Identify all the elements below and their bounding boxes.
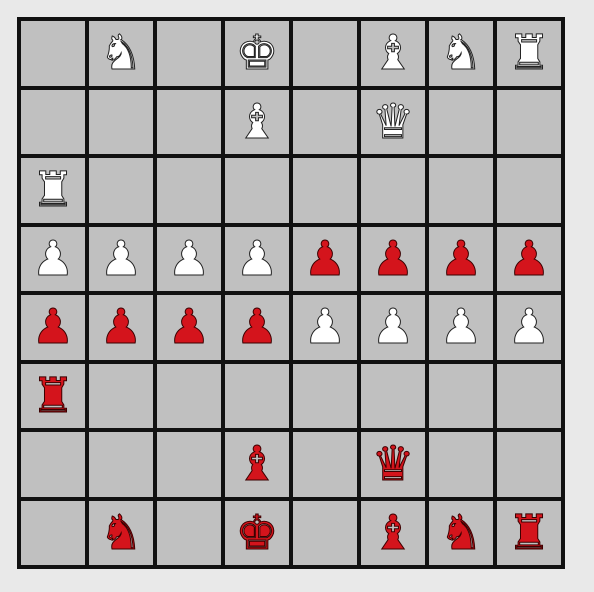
white-queen-icon[interactable]: ♛ xyxy=(371,97,415,146)
red-knight-icon[interactable]: ♞ xyxy=(99,508,143,557)
board-square-r5-c3[interactable] xyxy=(225,363,289,428)
board-square-r6-c3[interactable]: ♝ xyxy=(225,432,289,497)
board-square-r2-c2[interactable] xyxy=(157,158,221,223)
board-square-r5-c6[interactable] xyxy=(429,363,493,428)
white-knight-icon[interactable]: ♞ xyxy=(99,29,143,78)
board-square-r2-c7[interactable] xyxy=(497,158,561,223)
board-square-r5-c4[interactable] xyxy=(293,363,357,428)
board-square-r0-c6[interactable]: ♞ xyxy=(429,21,493,86)
board-square-r0-c7[interactable]: ♜ xyxy=(497,21,561,86)
board-square-r6-c5[interactable]: ♛ xyxy=(361,432,425,497)
board-square-r3-c3[interactable]: ♟ xyxy=(225,226,289,291)
board-square-r3-c2[interactable]: ♟ xyxy=(157,226,221,291)
red-pawn-icon[interactable]: ♟ xyxy=(31,303,75,352)
red-pawn-icon[interactable]: ♟ xyxy=(167,303,211,352)
board-square-r0-c2[interactable] xyxy=(157,21,221,86)
board-square-r7-c6[interactable]: ♞ xyxy=(429,500,493,565)
red-pawn-icon[interactable]: ♟ xyxy=(507,234,551,283)
red-pawn-icon[interactable]: ♟ xyxy=(99,303,143,352)
board-square-r7-c7[interactable]: ♜ xyxy=(497,500,561,565)
board-square-r0-c1[interactable]: ♞ xyxy=(89,21,153,86)
board-square-r2-c6[interactable] xyxy=(429,158,493,223)
board-square-r1-c1[interactable] xyxy=(89,89,153,154)
red-pawn-icon[interactable]: ♟ xyxy=(371,234,415,283)
white-rook-icon[interactable]: ♜ xyxy=(507,29,551,78)
board-square-r5-c1[interactable] xyxy=(89,363,153,428)
board-square-r1-c3[interactable]: ♝ xyxy=(225,89,289,154)
white-bishop-icon[interactable]: ♝ xyxy=(235,97,279,146)
red-rook-icon[interactable]: ♜ xyxy=(31,371,75,420)
board-square-r2-c1[interactable] xyxy=(89,158,153,223)
board-square-r2-c0[interactable]: ♜ xyxy=(21,158,85,223)
board-square-r1-c6[interactable] xyxy=(429,89,493,154)
red-rook-icon[interactable]: ♜ xyxy=(507,508,551,557)
board-square-r2-c5[interactable] xyxy=(361,158,425,223)
board-square-r3-c4[interactable]: ♟ xyxy=(293,226,357,291)
board-square-r5-c5[interactable] xyxy=(361,363,425,428)
white-knight-icon[interactable]: ♞ xyxy=(439,29,483,78)
white-pawn-icon[interactable]: ♟ xyxy=(99,234,143,283)
board-square-r6-c2[interactable] xyxy=(157,432,221,497)
red-pawn-icon[interactable]: ♟ xyxy=(235,303,279,352)
red-bishop-icon[interactable]: ♝ xyxy=(235,440,279,489)
board-square-r7-c2[interactable] xyxy=(157,500,221,565)
red-knight-icon[interactable]: ♞ xyxy=(439,508,483,557)
board-square-r0-c5[interactable]: ♝ xyxy=(361,21,425,86)
board-square-r4-c5[interactable]: ♟ xyxy=(361,295,425,360)
white-pawn-icon[interactable]: ♟ xyxy=(507,303,551,352)
board-square-r4-c0[interactable]: ♟ xyxy=(21,295,85,360)
board-square-r4-c2[interactable]: ♟ xyxy=(157,295,221,360)
white-pawn-icon[interactable]: ♟ xyxy=(235,234,279,283)
board-square-r3-c1[interactable]: ♟ xyxy=(89,226,153,291)
board-square-r1-c5[interactable]: ♛ xyxy=(361,89,425,154)
board-square-r6-c1[interactable] xyxy=(89,432,153,497)
white-pawn-icon[interactable]: ♟ xyxy=(439,303,483,352)
board-square-r4-c4[interactable]: ♟ xyxy=(293,295,357,360)
board-square-r0-c4[interactable] xyxy=(293,21,357,86)
board-square-r7-c4[interactable] xyxy=(293,500,357,565)
board-square-r2-c4[interactable] xyxy=(293,158,357,223)
board-square-r1-c7[interactable] xyxy=(497,89,561,154)
board-square-r7-c3[interactable]: ♚ xyxy=(225,500,289,565)
board-square-r3-c5[interactable]: ♟ xyxy=(361,226,425,291)
white-pawn-icon[interactable]: ♟ xyxy=(303,303,347,352)
board-square-r5-c2[interactable] xyxy=(157,363,221,428)
board-square-r1-c0[interactable] xyxy=(21,89,85,154)
board-square-r4-c1[interactable]: ♟ xyxy=(89,295,153,360)
white-king-icon[interactable]: ♚ xyxy=(235,29,279,78)
board-square-r7-c0[interactable] xyxy=(21,500,85,565)
board-square-r7-c5[interactable]: ♝ xyxy=(361,500,425,565)
red-king-icon[interactable]: ♚ xyxy=(235,508,279,557)
white-pawn-icon[interactable]: ♟ xyxy=(371,303,415,352)
board-square-r6-c6[interactable] xyxy=(429,432,493,497)
board-square-r1-c4[interactable] xyxy=(293,89,357,154)
board-square-r6-c4[interactable] xyxy=(293,432,357,497)
board-square-r2-c3[interactable] xyxy=(225,158,289,223)
white-pawn-icon[interactable]: ♟ xyxy=(167,234,211,283)
board-square-r4-c6[interactable]: ♟ xyxy=(429,295,493,360)
board-square-r4-c3[interactable]: ♟ xyxy=(225,295,289,360)
board-square-r3-c7[interactable]: ♟ xyxy=(497,226,561,291)
white-rook-icon[interactable]: ♜ xyxy=(31,166,75,215)
board-square-r0-c0[interactable] xyxy=(21,21,85,86)
board-square-r6-c0[interactable] xyxy=(21,432,85,497)
white-bishop-icon[interactable]: ♝ xyxy=(371,29,415,78)
board-square-r1-c2[interactable] xyxy=(157,89,221,154)
red-queen-icon[interactable]: ♛ xyxy=(371,440,415,489)
white-pawn-icon[interactable]: ♟ xyxy=(31,234,75,283)
board-square-r3-c6[interactable]: ♟ xyxy=(429,226,493,291)
board-square-r6-c7[interactable] xyxy=(497,432,561,497)
red-bishop-icon[interactable]: ♝ xyxy=(371,508,415,557)
board-square-r0-c3[interactable]: ♚ xyxy=(225,21,289,86)
board-square-r5-c7[interactable] xyxy=(497,363,561,428)
board-square-r4-c7[interactable]: ♟ xyxy=(497,295,561,360)
red-pawn-icon[interactable]: ♟ xyxy=(439,234,483,283)
red-pawn-icon[interactable]: ♟ xyxy=(303,234,347,283)
board-square-r3-c0[interactable]: ♟ xyxy=(21,226,85,291)
board-square-r7-c1[interactable]: ♞ xyxy=(89,500,153,565)
chess-board: ♞ ♚ ♝ ♞ ♜ ♝ ♛ ♜ ♟ ♟ ♟ ♟ ♟ ♟ ♟ ♟ ♟ ♟ ♟ ♟ ♟ ♟ ♟ ♟ ♜ ♝ ♛ ♞ ♚ ♝ ♞ ♜ xyxy=(17,17,565,569)
board-square-r5-c0[interactable]: ♜ xyxy=(21,363,85,428)
